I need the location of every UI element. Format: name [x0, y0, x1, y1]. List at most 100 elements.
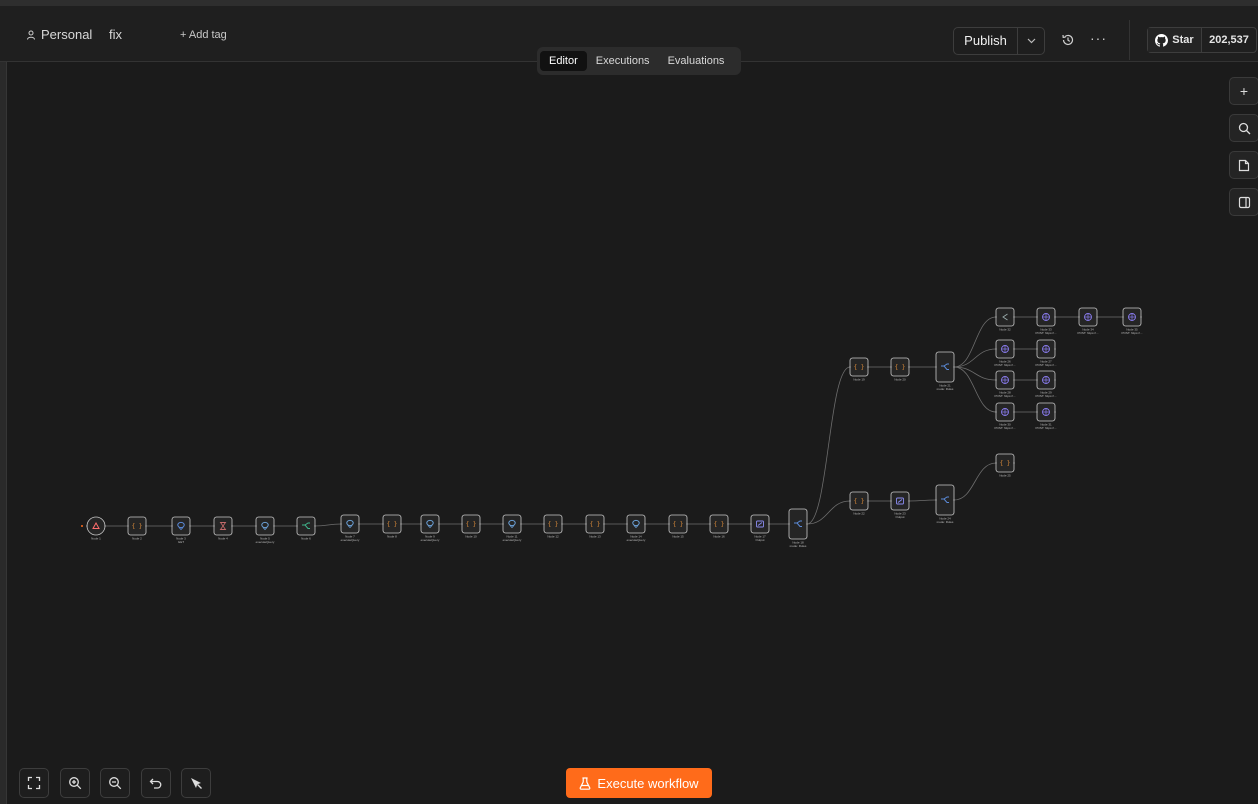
node-box[interactable]	[171, 516, 191, 536]
execute-workflow-button[interactable]: Execute workflow	[566, 768, 712, 798]
connection-n21-n26[interactable]	[953, 348, 997, 368]
connection-n21-n32[interactable]	[953, 316, 997, 368]
output-handle[interactable]	[953, 366, 955, 368]
add-tag-button[interactable]: + Add tag	[180, 29, 227, 41]
workflow-node-n1[interactable]: Node 1	[86, 516, 106, 541]
connection-n18-n19[interactable]	[806, 366, 851, 525]
output-handle[interactable]	[908, 366, 910, 368]
workflow-node-n5[interactable]: Node 5executeQuery	[255, 516, 275, 544]
publish-dropdown-button[interactable]	[1018, 28, 1044, 54]
output-handle[interactable]	[908, 500, 910, 502]
connection-n6-n7[interactable]	[314, 523, 342, 527]
input-handle[interactable]	[750, 523, 752, 525]
workflow-node-n34[interactable]: Node 34POST: https://...	[1077, 307, 1099, 335]
workflow-node-n31[interactable]: Node 31POST: https://...	[1035, 402, 1057, 430]
search-nodes-button[interactable]	[1229, 114, 1258, 142]
workflow-node-n22[interactable]: { } Node 22	[849, 491, 869, 516]
input-handle[interactable]	[1036, 348, 1038, 350]
input-handle[interactable]	[849, 500, 851, 502]
output-handle[interactable]	[561, 523, 563, 525]
add-node-button[interactable]: +	[1229, 77, 1258, 105]
input-handle[interactable]	[935, 366, 937, 368]
input-handle[interactable]	[626, 523, 628, 525]
workflow-node-n33[interactable]: Node 33POST: https://...	[1035, 307, 1057, 335]
connection-n24-n25[interactable]	[953, 462, 997, 501]
output-handle[interactable]	[1054, 316, 1056, 318]
output-handle[interactable]	[867, 500, 869, 502]
output-handle[interactable]	[1054, 379, 1056, 381]
input-handle[interactable]	[995, 379, 997, 381]
github-star[interactable]: Star	[1148, 28, 1202, 52]
node-box[interactable]	[255, 516, 275, 536]
workflow-node-n7[interactable]: Node 7executeQuery	[340, 514, 360, 542]
input-handle[interactable]	[127, 525, 129, 527]
github-star-button[interactable]: Star 202,537	[1147, 27, 1257, 53]
workflow-node-n20[interactable]: { } Node 20	[890, 357, 910, 382]
workflow-node-n35[interactable]: Node 35POST: https://...	[1121, 307, 1143, 335]
input-handle[interactable]	[340, 523, 342, 525]
output-handle[interactable]	[520, 523, 522, 525]
input-handle[interactable]	[213, 525, 215, 527]
node-box[interactable]	[502, 514, 522, 534]
workflow-node-n9[interactable]: Node 9executeQuery	[420, 514, 440, 542]
input-handle[interactable]	[849, 366, 851, 368]
output-handle[interactable]	[145, 525, 147, 527]
workflow-node-n26[interactable]: Node 26POST: https://...	[994, 339, 1016, 367]
project-breadcrumb[interactable]: Personal	[26, 27, 92, 42]
input-handle[interactable]	[585, 523, 587, 525]
workflow-node-n11[interactable]: Node 11executeQuery	[502, 514, 522, 542]
output-handle[interactable]	[1054, 348, 1056, 350]
input-handle[interactable]	[935, 499, 937, 501]
output-handle[interactable]	[867, 366, 869, 368]
workflow-node-n13[interactable]: { } Node 13	[585, 514, 605, 539]
zoom-in-button[interactable]	[60, 768, 90, 798]
output-handle[interactable]	[1140, 316, 1142, 318]
workflow-node-n8[interactable]: { } Node 8	[382, 514, 402, 539]
node-box[interactable]	[420, 514, 440, 534]
workflow-node-n17[interactable]: Node 17Output	[750, 514, 770, 542]
output-handle[interactable]	[1096, 316, 1098, 318]
node-box[interactable]	[995, 307, 1015, 327]
output-handle[interactable]	[231, 525, 233, 527]
input-handle[interactable]	[543, 523, 545, 525]
workflow-node-n25[interactable]: { } Node 25	[995, 453, 1015, 478]
input-handle[interactable]	[296, 525, 298, 527]
input-handle[interactable]	[86, 525, 88, 527]
workflow-node-n15[interactable]: { } Node 15	[668, 514, 688, 539]
output-handle[interactable]	[806, 523, 808, 525]
output-handle[interactable]	[358, 523, 360, 525]
output-handle[interactable]	[1013, 462, 1015, 464]
workflow-node-n21[interactable]: Node 21mode: Rules	[935, 351, 955, 391]
input-handle[interactable]	[1036, 379, 1038, 381]
tidy-up-button[interactable]	[181, 768, 211, 798]
workflow-node-n3[interactable]: Node 3GET	[171, 516, 191, 544]
input-handle[interactable]	[255, 525, 257, 527]
output-handle[interactable]	[273, 525, 275, 527]
workflow-node-n27[interactable]: Node 27POST: https://...	[1035, 339, 1057, 367]
sticky-note-button[interactable]	[1229, 151, 1258, 179]
output-handle[interactable]	[727, 523, 729, 525]
input-handle[interactable]	[1036, 411, 1038, 413]
output-handle[interactable]	[686, 523, 688, 525]
output-handle[interactable]	[1054, 411, 1056, 413]
workflow-node-n18[interactable]: Node 18mode: Rules	[788, 508, 808, 548]
workflow-node-n14[interactable]: Node 14executeQuery	[626, 514, 646, 542]
workflow-node-n16[interactable]: { } Node 16	[709, 514, 729, 539]
input-handle[interactable]	[788, 523, 790, 525]
tab-evaluations[interactable]: Evaluations	[659, 51, 734, 71]
history-icon[interactable]	[1061, 33, 1075, 47]
input-handle[interactable]	[502, 523, 504, 525]
output-handle[interactable]	[1013, 379, 1015, 381]
input-handle[interactable]	[1122, 316, 1124, 318]
tab-executions[interactable]: Executions	[587, 51, 659, 71]
undo-button[interactable]	[141, 768, 171, 798]
workflow-node-n30[interactable]: Node 30POST: https://...	[994, 402, 1016, 430]
zoom-out-button[interactable]	[100, 768, 130, 798]
input-handle[interactable]	[995, 462, 997, 464]
workflow-node-n32[interactable]: Node 32	[995, 307, 1015, 332]
input-handle[interactable]	[995, 411, 997, 413]
workflow-node-n23[interactable]: Node 23Output	[890, 491, 910, 519]
output-handle[interactable]	[400, 523, 402, 525]
connection-n18-n22[interactable]	[806, 500, 851, 525]
node-box[interactable]	[340, 514, 360, 534]
